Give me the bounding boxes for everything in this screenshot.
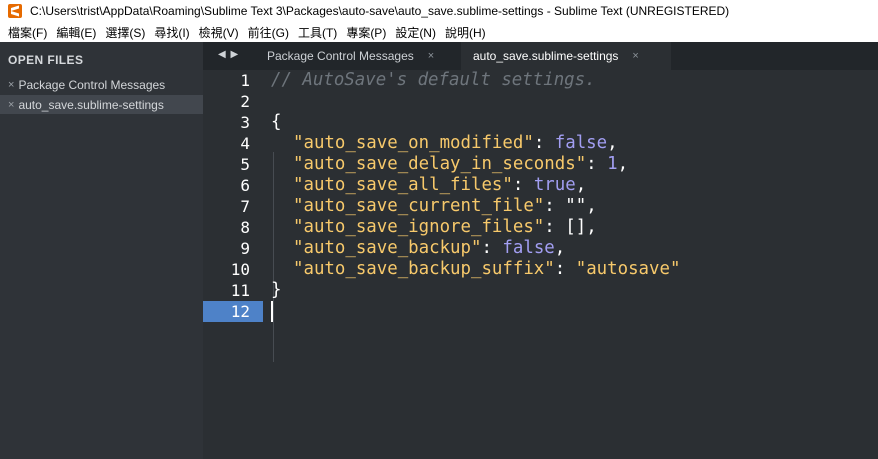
setting-key: "auto_save_delay_in_seconds" bbox=[293, 154, 587, 174]
setting-key: "auto_save_current_file" bbox=[293, 196, 545, 216]
menu-view[interactable]: 檢視(V) bbox=[199, 24, 239, 41]
open-file-label: auto_save.sublime-settings bbox=[18, 97, 164, 112]
line-number: 2 bbox=[240, 92, 250, 111]
separator: : bbox=[481, 238, 503, 258]
sidebar: OPEN FILES × Package Control Messages × … bbox=[0, 42, 203, 459]
code-open-brace: { bbox=[271, 112, 282, 132]
line-end: , bbox=[617, 154, 629, 174]
tab-bar: ◀ ▶ Package Control Messages × auto_save… bbox=[203, 42, 878, 70]
setting-key: "auto_save_all_files" bbox=[293, 175, 513, 195]
open-file-label: Package Control Messages bbox=[18, 77, 166, 92]
tab-label: Package Control Messages bbox=[267, 49, 414, 63]
open-file-item[interactable]: × Package Control Messages bbox=[0, 75, 203, 94]
line-number: 4 bbox=[240, 134, 250, 153]
setting-key: "auto_save_ignore_files" bbox=[293, 217, 545, 237]
menu-goto[interactable]: 前往(G) bbox=[248, 24, 289, 41]
separator: : bbox=[512, 175, 534, 195]
tab-auto-save-settings[interactable]: auto_save.sublime-settings × bbox=[461, 42, 671, 70]
line-end: , bbox=[554, 238, 566, 258]
separator: : bbox=[544, 196, 566, 216]
code-line: "auto_save_delay_in_seconds": 1, bbox=[293, 154, 628, 175]
line-number-current-label: 12 bbox=[230, 302, 250, 321]
line-end: , bbox=[575, 175, 587, 195]
menu-file[interactable]: 檔案(F) bbox=[8, 24, 47, 41]
open-file-item-active[interactable]: × auto_save.sublime-settings bbox=[0, 95, 203, 114]
menu-selection[interactable]: 選擇(S) bbox=[105, 24, 145, 41]
tab-close-icon[interactable]: × bbox=[632, 50, 638, 62]
tab-package-control-messages[interactable]: Package Control Messages × bbox=[249, 42, 445, 70]
line-number: 3 bbox=[240, 113, 250, 132]
line-number: 5 bbox=[240, 155, 250, 174]
setting-key: "auto_save_on_modified" bbox=[293, 133, 534, 153]
menu-find[interactable]: 尋找(I) bbox=[154, 24, 189, 41]
setting-value: 1 bbox=[607, 154, 618, 174]
line-number: 9 bbox=[240, 239, 250, 258]
separator: : bbox=[554, 259, 576, 279]
close-icon[interactable]: × bbox=[8, 79, 14, 91]
code-comment: // AutoSave's default settings. bbox=[271, 70, 596, 90]
menu-help[interactable]: 說明(H) bbox=[445, 24, 486, 41]
code-editor[interactable]: // AutoSave's default settings. { "auto_… bbox=[263, 70, 878, 459]
line-number: 11 bbox=[230, 281, 250, 300]
sidebar-header: OPEN FILES bbox=[8, 53, 84, 67]
menu-project[interactable]: 專案(P) bbox=[346, 24, 386, 41]
code-line: "auto_save_backup": false, bbox=[293, 238, 565, 259]
close-icon[interactable]: × bbox=[8, 99, 14, 111]
indent-guide bbox=[273, 152, 274, 362]
code-line: "auto_save_on_modified": false, bbox=[293, 133, 618, 154]
line-number: 7 bbox=[240, 197, 250, 216]
tab-label: auto_save.sublime-settings bbox=[473, 49, 619, 63]
line-end: , bbox=[586, 217, 597, 237]
line-number-current: 12 bbox=[203, 301, 263, 322]
line-end: , bbox=[586, 196, 597, 216]
menu-tools[interactable]: 工具(T) bbox=[298, 24, 337, 41]
setting-value: "autosave" bbox=[575, 259, 681, 279]
code-close-brace: } bbox=[271, 280, 282, 300]
menu-edit[interactable]: 編輯(E) bbox=[56, 24, 96, 41]
sublime-text-icon bbox=[8, 4, 22, 18]
window-title: C:\Users\trist\AppData\Roaming\Sublime T… bbox=[30, 4, 730, 18]
menu-preferences[interactable]: 設定(N) bbox=[395, 24, 436, 41]
line-number: 6 bbox=[240, 176, 250, 195]
code-line: "auto_save_ignore_files": [], bbox=[293, 217, 597, 238]
tab-nav-arrows-icon[interactable]: ◀ ▶ bbox=[218, 49, 239, 60]
code-line: "auto_save_current_file": "", bbox=[293, 196, 597, 217]
setting-value: false bbox=[554, 133, 608, 153]
title-bar: C:\Users\trist\AppData\Roaming\Sublime T… bbox=[0, 0, 878, 22]
setting-key: "auto_save_backup" bbox=[293, 238, 482, 258]
separator: : bbox=[533, 133, 555, 153]
setting-key: "auto_save_backup_suffix" bbox=[293, 259, 555, 279]
setting-value: "" bbox=[565, 196, 587, 216]
workspace: OPEN FILES × Package Control Messages × … bbox=[0, 42, 878, 459]
line-end: , bbox=[607, 133, 618, 153]
code-line: "auto_save_backup_suffix": "autosave" bbox=[293, 259, 680, 280]
separator: : bbox=[586, 154, 608, 174]
setting-value: [] bbox=[565, 217, 587, 237]
setting-value: false bbox=[502, 238, 555, 258]
setting-value: true bbox=[533, 175, 576, 195]
separator: : bbox=[544, 217, 566, 237]
line-number: 10 bbox=[230, 260, 250, 279]
line-number: 1 bbox=[240, 71, 250, 90]
tab-close-icon[interactable]: × bbox=[428, 50, 434, 62]
text-cursor bbox=[271, 301, 273, 322]
line-number: 8 bbox=[240, 218, 250, 237]
menu-bar: 檔案(F) 編輯(E) 選擇(S) 尋找(I) 檢視(V) 前往(G) 工具(T… bbox=[0, 22, 878, 42]
line-number-gutter: 1 2 3 4 5 6 7 8 9 10 11 12 bbox=[203, 70, 263, 459]
code-line: "auto_save_all_files": true, bbox=[293, 175, 586, 196]
